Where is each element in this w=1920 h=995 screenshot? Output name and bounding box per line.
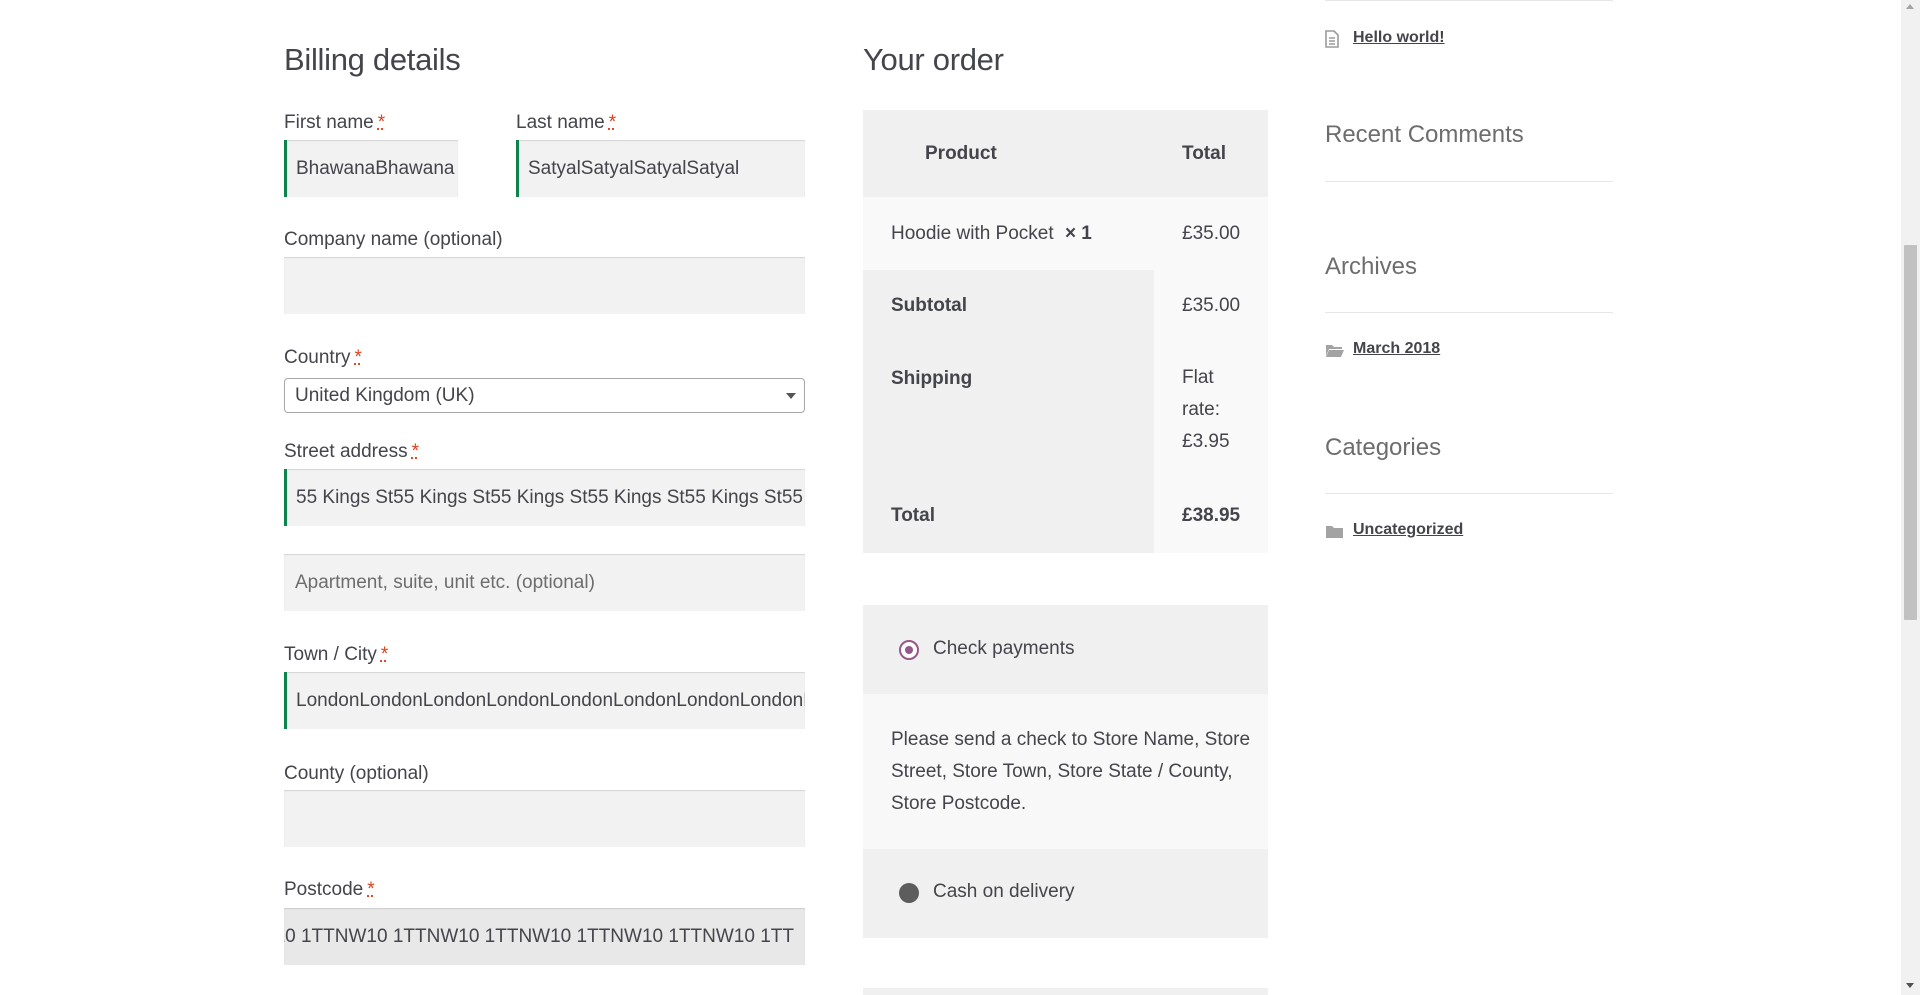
postcode-label: Postcode * — [284, 879, 375, 900]
street-label: Street address * — [284, 441, 419, 462]
cash-on-delivery-radio[interactable] — [899, 883, 919, 903]
widget-divider — [1325, 493, 1613, 494]
subtotal-label: Subtotal — [891, 295, 967, 316]
payment-next-section — [863, 988, 1268, 995]
country-select[interactable]: United Kingdom (UK) — [284, 378, 805, 413]
widget-divider — [1325, 181, 1613, 182]
required-marker: * — [377, 112, 386, 133]
city-label: Town / City * — [284, 644, 389, 665]
chevron-down-icon — [786, 393, 796, 399]
widget-divider — [1325, 0, 1613, 1]
check-payments-description-text: Please send a check to Store Name, Store… — [891, 729, 1251, 814]
folder-icon — [1325, 524, 1344, 544]
county-label: County (optional) — [284, 763, 429, 784]
payment-option-cod[interactable]: Cash on delivery — [863, 849, 1268, 938]
archives-title: Archives — [1325, 253, 1418, 280]
billing-title: Billing details — [284, 42, 461, 77]
order-title: Your order — [863, 42, 1004, 77]
country-value: United Kingdom (UK) — [295, 384, 475, 406]
payment-option-check[interactable]: Check payments — [863, 605, 1268, 694]
total-value: £38.95 — [1182, 505, 1241, 526]
item-total: £35.00 — [1182, 223, 1241, 244]
shipping-label: Shipping — [891, 368, 973, 389]
check-payments-label[interactable]: Check payments — [933, 638, 1075, 660]
document-icon — [1325, 30, 1339, 53]
scroll-up-icon[interactable] — [1906, 4, 1914, 9]
company-field[interactable] — [284, 257, 805, 314]
page-scrollbar[interactable] — [1901, 0, 1920, 995]
categories-title: Categories — [1325, 434, 1442, 461]
cash-on-delivery-label[interactable]: Cash on delivery — [933, 881, 1075, 903]
total-label: Total — [891, 505, 935, 526]
postcode-field[interactable]: NW10 1TTNW10 1TTNW10 1TTNW10 1TTNW10 1TT… — [284, 908, 805, 965]
scrollbar-thumb[interactable] — [1904, 245, 1917, 620]
county-field[interactable] — [284, 790, 805, 847]
item-name: Hoodie with Pocket × 1 — [891, 223, 1092, 244]
first-name-label: First name * — [284, 112, 386, 133]
widget-divider — [1325, 312, 1613, 313]
shipping-value: Flat rate: £3.95 — [1182, 367, 1230, 452]
company-label: Company name (optional) — [284, 229, 503, 250]
city-field[interactable]: LondonLondonLondonLondonLondonLondonLond… — [284, 672, 805, 729]
first-name-field[interactable]: BhawanaBhawana — [284, 140, 458, 197]
archive-link[interactable]: March 2018 — [1353, 340, 1440, 358]
scroll-down-icon[interactable] — [1906, 983, 1914, 988]
recent-post-link[interactable]: Hello world! — [1353, 29, 1445, 47]
check-payments-description: Please send a check to Store Name, Store… — [863, 694, 1268, 849]
country-label: Country * — [284, 347, 362, 368]
total-column-header: Total — [1182, 143, 1226, 164]
item-quantity: × 1 — [1064, 223, 1092, 244]
check-payments-radio[interactable] — [899, 640, 919, 660]
street-address-field[interactable]: 55 Kings St55 Kings St55 Kings St55 King… — [284, 469, 805, 526]
required-marker: * — [380, 644, 389, 665]
product-column-header: Product — [925, 143, 997, 164]
required-marker: * — [608, 112, 617, 133]
folder-open-icon — [1325, 343, 1345, 363]
required-marker: * — [411, 441, 419, 462]
last-name-label: Last name * — [516, 112, 617, 133]
apartment-field[interactable]: Apartment, suite, unit etc. (optional) — [284, 554, 805, 611]
required-marker: * — [367, 879, 375, 900]
recent-comments-title: Recent Comments — [1325, 121, 1524, 148]
last-name-field[interactable]: SatyalSatyalSatyalSatyal — [516, 140, 805, 197]
subtotal-value: £35.00 — [1182, 295, 1241, 316]
required-marker: * — [354, 347, 362, 368]
category-link[interactable]: Uncategorized — [1353, 521, 1463, 539]
